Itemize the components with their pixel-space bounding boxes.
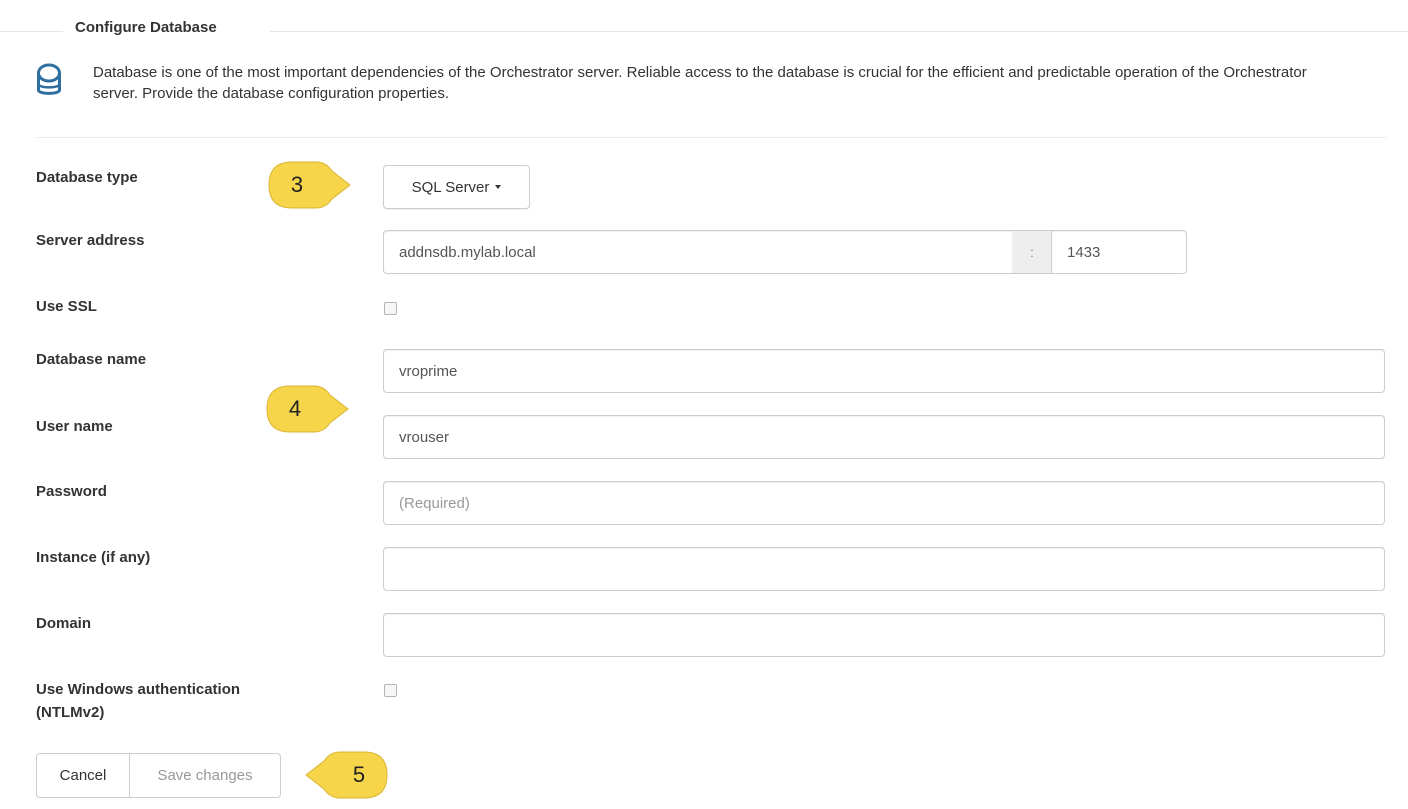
database-icon [37,63,61,95]
form-actions: Cancel Save changes [36,753,281,798]
port-input[interactable] [1051,230,1187,274]
domain-input[interactable] [383,613,1385,657]
server-address-label: Server address [36,232,145,249]
server-address-input[interactable] [383,230,1013,274]
callout-number-3: 3 [290,172,304,197]
save-changes-button[interactable]: Save changes [130,753,281,798]
legend-line-left [0,31,63,32]
caret-down-icon [495,185,502,189]
password-label: Password [36,483,107,500]
windows-auth-label-line1: Use Windows authentication [36,681,241,698]
port-separator: : [1012,230,1052,274]
user-name-label: User name [36,418,113,435]
section-description: Database is one of the most important de… [93,64,1307,102]
legend-line-right [270,31,1408,32]
database-name-label: Database name [36,351,147,368]
divider [36,137,1386,138]
callout-5: 5 [302,749,390,801]
callout-number-5: 5 [352,762,366,787]
use-ssl-label: Use SSL [36,298,97,315]
windows-auth-checkbox[interactable] [384,684,397,697]
database-type-dropdown[interactable]: SQL Server [383,165,530,209]
database-type-label: Database type [36,169,138,186]
callout-3: 3 [266,159,354,211]
domain-label: Domain [36,615,92,632]
password-input[interactable] [383,481,1385,525]
database-name-input[interactable] [383,349,1385,393]
instance-label: Instance (if any) [36,549,151,566]
user-name-input[interactable] [383,415,1385,459]
database-type-value: SQL Server [411,178,490,196]
instance-input[interactable] [383,547,1385,591]
windows-auth-label-line2: (NTLMv2) [36,704,105,721]
callout-4: 4 [264,383,352,435]
section-title: Configure Database [75,19,217,36]
callout-number-4: 4 [288,396,302,421]
use-ssl-checkbox[interactable] [384,302,397,315]
cancel-button[interactable]: Cancel [36,753,130,798]
